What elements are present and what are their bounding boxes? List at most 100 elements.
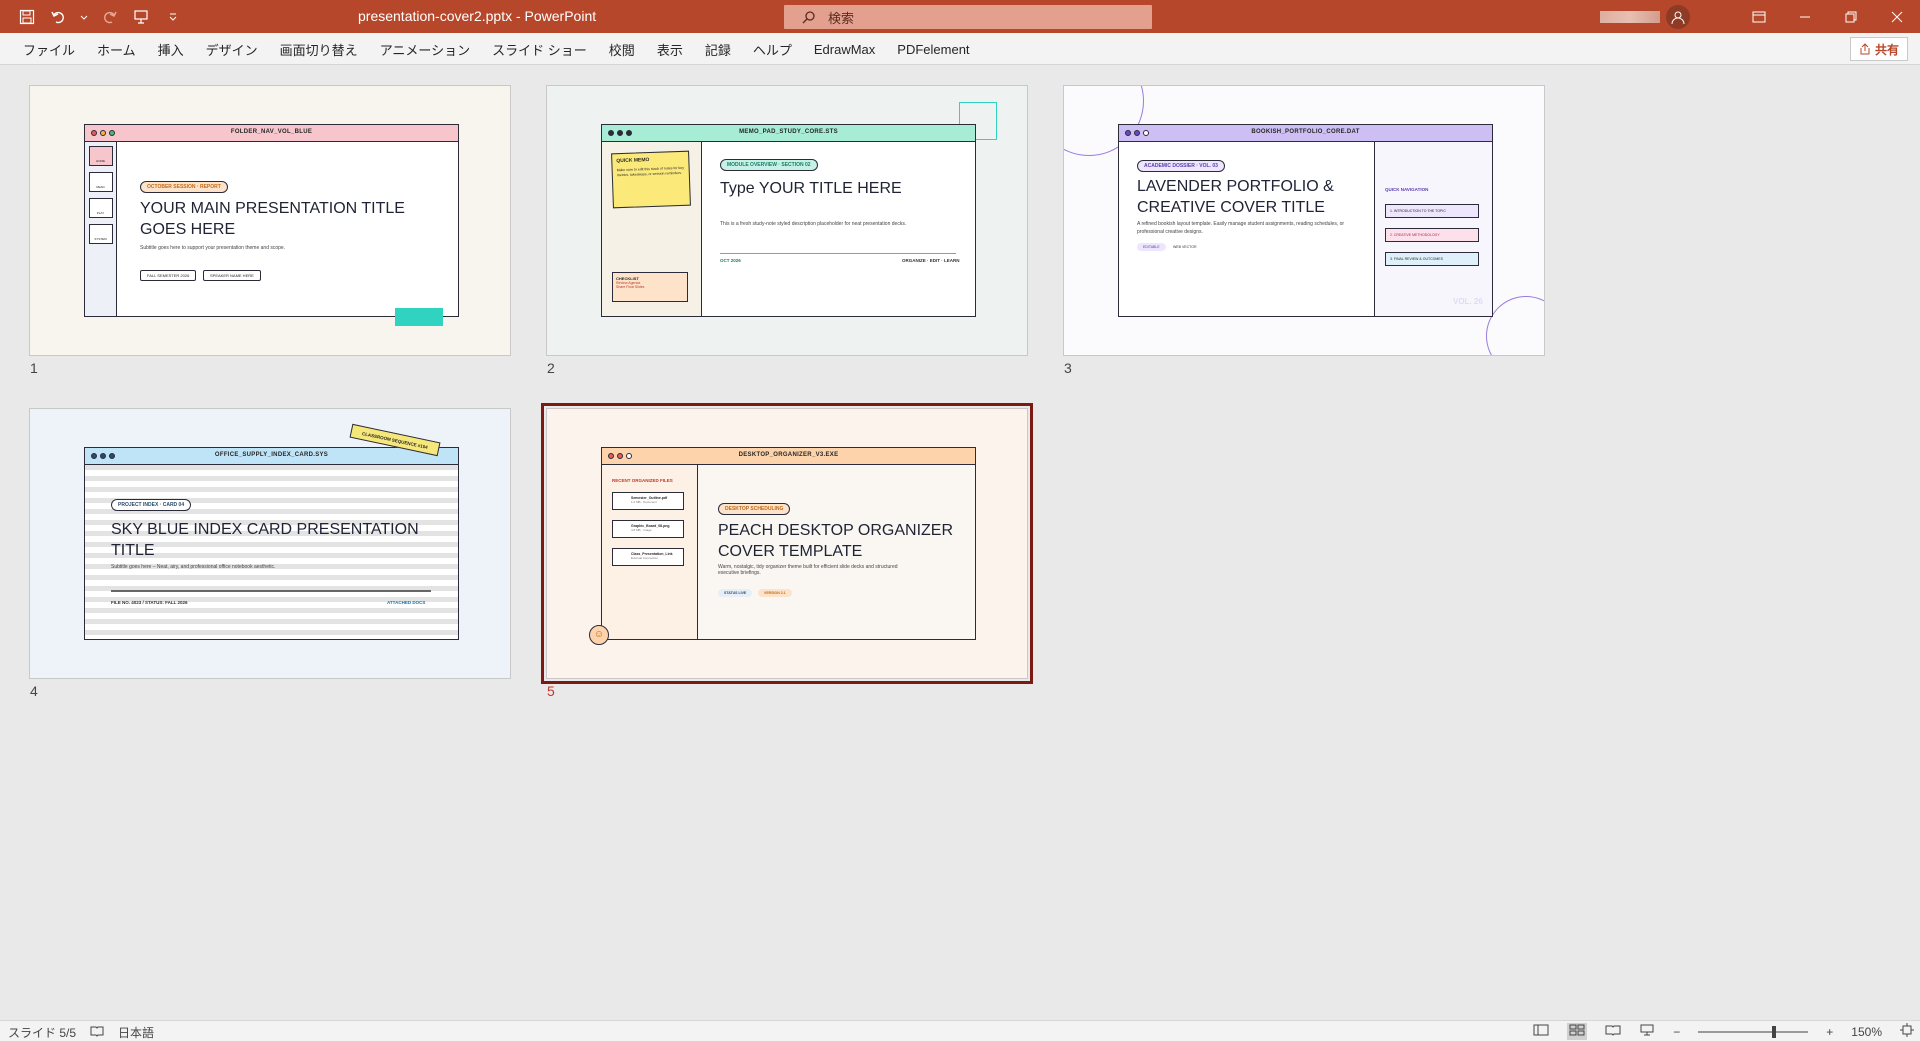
slide-1-side-item-home: HOME (88, 146, 113, 166)
search-placeholder: 検索 (828, 10, 855, 26)
customize-qat-icon[interactable] (162, 6, 184, 28)
slide-1-window-bar: FOLDER_NAV_VOL_BLUE (85, 125, 458, 142)
slide-number-3: 3 (1064, 360, 1072, 376)
slide-1-tag-2: SPEAKER NAME HERE (203, 270, 261, 281)
slide-1-teal-block (395, 308, 443, 326)
menu-tab-11[interactable]: EdrawMax (803, 42, 886, 57)
slide-1-pill: OCTOBER SESSION · REPORT (140, 181, 228, 193)
minimize-icon[interactable] (1782, 0, 1828, 33)
slide-5-title: PEACH DESKTOP ORGANIZER COVER TEMPLATE (718, 522, 954, 560)
slide-2-checklist: CHECKLIST Review Agenda Share Final Slid… (612, 272, 688, 302)
slide-3-pill: ACADEMIC DOSSIER · VOL. 03 (1137, 160, 1225, 172)
slide-5-desc: Warm, nostalgic, tidy organizer theme bu… (718, 564, 898, 576)
slide-5-window-title: DESKTOP_ORGANIZER_V3.EXE (738, 452, 839, 458)
slide-5-tag-2: VERSION 2.1 (758, 589, 792, 597)
close-icon[interactable] (1874, 0, 1920, 33)
window-controls (1736, 0, 1920, 33)
menu-tab-3[interactable]: デザイン (195, 40, 269, 59)
search-box[interactable]: 検索 (784, 5, 1152, 29)
zoom-slider[interactable] (1698, 1025, 1809, 1038)
slide-thumbnail-1[interactable]: FOLDER_NAV_VOL_BLUE HOME READ PLAY SYSTE… (29, 85, 511, 356)
slide-3-window-bar: BOOKISH_PORTFOLIO_CORE.DAT (1119, 125, 1492, 142)
slide-2-divider (720, 253, 956, 254)
menu-tab-10[interactable]: ヘルプ (742, 40, 803, 59)
slide-2-title: Type YOUR TITLE HERE (720, 180, 902, 197)
status-bar: スライド 5/5 日本語 − + 150% (0, 1020, 1920, 1041)
restore-icon[interactable] (1828, 0, 1874, 33)
language[interactable]: 日本語 (118, 1024, 154, 1041)
slide-number-5: 5 (547, 683, 555, 699)
slide-position: スライド 5/5 (8, 1026, 77, 1040)
slide-3-nav-item-1: 1. INTRODUCTION TO THE TOPIC (1385, 204, 1479, 218)
normal-view-icon[interactable] (1533, 1024, 1549, 1039)
document-title: presentation-cover2.pptx - PowerPoint (358, 8, 597, 24)
menu-tab-12[interactable]: PDFelement (886, 42, 980, 57)
slide-3-tag-1: EDITABLE (1137, 243, 1166, 251)
zoom-level[interactable]: 150% (1851, 1025, 1882, 1039)
menu-tab-5[interactable]: アニメーション (369, 40, 481, 59)
menu-tab-2[interactable]: 挿入 (147, 40, 195, 59)
presentation-icon[interactable] (130, 6, 152, 28)
slide-5-pill: DESKTOP SCHEDULING (718, 503, 791, 515)
redo-icon[interactable] (98, 6, 120, 28)
ribbon-display-icon[interactable] (1736, 0, 1782, 33)
zoom-slider-knob[interactable] (1772, 1025, 1777, 1038)
avatar[interactable] (1666, 5, 1690, 29)
slide-2-window: MEMO_PAD_STUDY_CORE.STS QUICK MEMO Make … (601, 124, 976, 317)
menu-tab-1[interactable]: ホーム (86, 40, 147, 59)
slide-3-tag-2: WEB VECTOR (1173, 245, 1197, 249)
fit-to-window-icon[interactable] (1900, 1023, 1914, 1040)
slide-sorter-view-icon[interactable] (1567, 1023, 1588, 1040)
slide-3-window-title: BOOKISH_PORTFOLIO_CORE.DAT (1251, 129, 1360, 135)
user-name-redacted (1600, 11, 1660, 23)
menu-tab-4[interactable]: 画面切り替え (269, 40, 369, 59)
zoom-in-icon[interactable]: + (1826, 1025, 1833, 1039)
slide-5-sidebar: RECENT ORGANIZED FILES Semester_Outline.… (602, 465, 698, 639)
reading-view-icon[interactable] (1605, 1024, 1621, 1039)
undo-dropdown-icon[interactable] (80, 6, 88, 28)
slide-5-file-3: Class_Presentation_Link External Connect… (612, 548, 684, 566)
slideshow-icon[interactable] (1639, 1024, 1655, 1039)
slide-5-file-2: Graphic_Board_08.png 4.8 MB · Image (612, 520, 684, 538)
slide-sorter: FOLDER_NAV_VOL_BLUE HOME READ PLAY SYSTE… (0, 65, 1920, 1020)
slide-3-window: BOOKISH_PORTFOLIO_CORE.DAT ACADEMIC DOSS… (1118, 124, 1493, 317)
menu-tab-0[interactable]: ファイル (12, 40, 86, 59)
slide-4-title: SKY BLUE INDEX CARD PRESENTATION TITLE (111, 521, 419, 559)
slide-4-pill: PROJECT INDEX · CARD 04 (111, 499, 192, 511)
slide-2-footer-right: ORGANIZE · EDIT · LEARN (902, 258, 960, 263)
slide-5-window-bar: DESKTOP_ORGANIZER_V3.EXE (602, 448, 975, 465)
slide-5-window: DESKTOP_ORGANIZER_V3.EXE RECENT ORGANIZE… (601, 447, 976, 640)
slide-5-file-1: Semester_Outline.pdf 1.2 MB · Document (612, 492, 684, 510)
menu-tab-8[interactable]: 表示 (646, 40, 694, 59)
undo-icon[interactable] (48, 6, 70, 28)
menu-tab-6[interactable]: スライド ショー (481, 40, 598, 59)
spellcheck-icon[interactable] (90, 1025, 104, 1040)
slide-number-2: 2 (547, 360, 555, 376)
slide-thumbnail-4[interactable]: OFFICE_SUPPLY_INDEX_CARD.SYS PROJECT IND… (29, 408, 511, 679)
slide-4-window-bar: OFFICE_SUPPLY_INDEX_CARD.SYS (85, 448, 458, 465)
slide-1-side-item-play: PLAY (88, 198, 113, 218)
slide-thumbnail-2[interactable]: MEMO_PAD_STUDY_CORE.STS QUICK MEMO Make … (546, 85, 1028, 356)
slide-3-circle-bottom (1486, 296, 1544, 355)
slide-3-desc: A refined bookish layout template. Easil… (1137, 221, 1345, 235)
menu-tab-7[interactable]: 校閲 (598, 40, 646, 59)
share-icon (1860, 43, 1870, 55)
menu-list: ファイル ホーム 挿入 デザイン 画面切り替え アニメーション スライド ショー 校閲 表示 記録… (0, 33, 981, 65)
user-account[interactable] (1600, 5, 1720, 29)
slide-thumbnail-3[interactable]: BOOKISH_PORTFOLIO_CORE.DAT ACADEMIC DOSS… (1063, 85, 1545, 356)
slide-2-window-bar: MEMO_PAD_STUDY_CORE.STS (602, 125, 975, 142)
save-icon[interactable] (16, 6, 38, 28)
slide-1-side-item-read: READ (88, 172, 113, 192)
slide-4-subtitle: Subtitle goes here – Neat, airy, and pro… (111, 564, 276, 570)
slide-5-smile-icon: ☺ (589, 625, 609, 645)
slide-5-tag-1: STATUS LIVE (718, 589, 753, 597)
slide-1-side-item-system: SYSTEM (88, 224, 113, 244)
slide-thumbnail-5[interactable]: DESKTOP_ORGANIZER_V3.EXE RECENT ORGANIZE… (541, 403, 1033, 684)
slide-1-tag-1: FALL SEMESTER 2026 (140, 270, 197, 281)
slide-5-side-heading: RECENT ORGANIZED FILES (612, 478, 673, 483)
menu-tab-9[interactable]: 記録 (694, 40, 742, 59)
slide-3-right-panel: QUICK NAVIGATION 1. INTRODUCTION TO THE … (1374, 142, 1492, 316)
zoom-out-icon[interactable]: − (1673, 1025, 1680, 1039)
search-icon (802, 11, 815, 24)
share-button[interactable]: 共有 (1849, 37, 1908, 61)
